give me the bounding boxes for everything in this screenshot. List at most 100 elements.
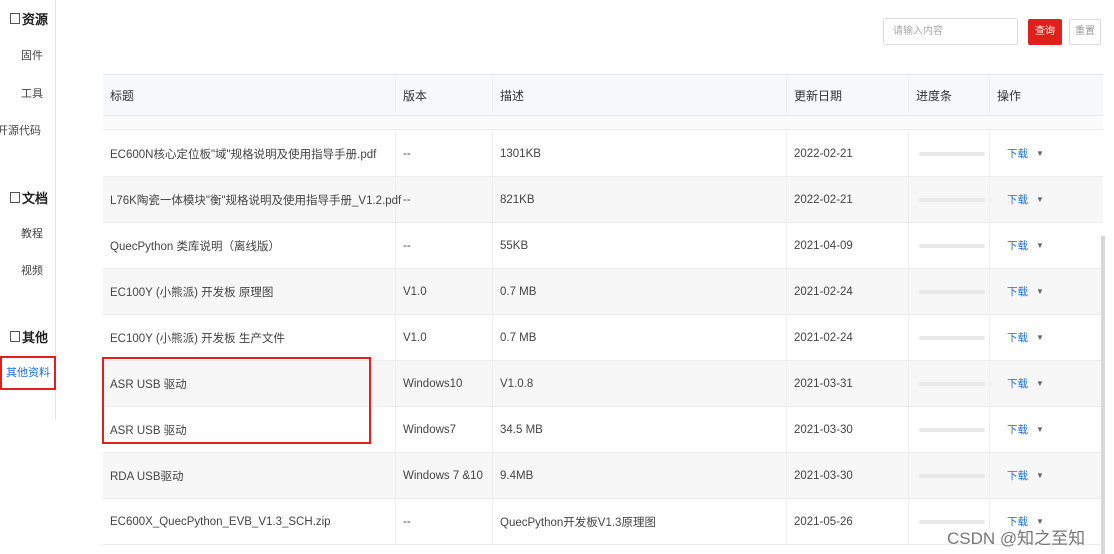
table-row[interactable]: L76K陶瓷一体模块"衡"规格说明及使用指导手册_V1.2.pdf -- 821KB… — [103, 177, 1103, 223]
sidebar-section-label: 其他 — [22, 330, 49, 345]
cell-date: 2021-02-24 — [787, 269, 909, 314]
caret-down-icon[interactable]: ▼ — [1036, 425, 1044, 434]
cell-description: 0.7 MB — [493, 315, 787, 360]
folder-icon — [10, 13, 20, 24]
progress-bar — [919, 335, 985, 340]
sidebar-item-open-source[interactable]: 开源代码 — [0, 122, 41, 138]
cell-actions: 下载 ▼ — [990, 131, 1103, 176]
header-description[interactable]: 描述 — [493, 75, 787, 115]
cell-description: 55KB — [493, 223, 787, 268]
cell-version: Windows7 — [396, 407, 493, 452]
download-link[interactable]: 下载 — [1007, 284, 1028, 299]
sidebar-item-firmware[interactable]: 固件 — [21, 47, 43, 63]
cell-title[interactable]: EC100Y (小熊派) 开发板 生产文件 — [103, 315, 396, 360]
folder-icon — [10, 192, 20, 203]
sidebar-section-resources[interactable]: 资源 — [10, 9, 48, 28]
sidebar-item-tools[interactable]: 工具 — [21, 85, 43, 101]
cell-date: 2021-05-26 — [787, 499, 909, 544]
cell-description: 34.5 MB — [493, 407, 787, 452]
table-row-partial — [103, 116, 1103, 130]
caret-down-icon[interactable]: ▼ — [1036, 149, 1044, 158]
cell-title[interactable]: EC100Y (小熊派) 开发板 原理图 — [103, 269, 396, 314]
header-progress[interactable]: 进度条 — [909, 75, 990, 115]
cell-date: 2022-02-21 — [787, 131, 909, 176]
cell-description: 9.4MB — [493, 453, 787, 498]
sidebar-section-other[interactable]: 其他 — [10, 327, 48, 346]
sidebar-section-docs[interactable]: 文档 — [10, 188, 48, 207]
download-link[interactable]: 下载 — [1007, 238, 1028, 253]
cell-title[interactable]: RDA USB驱动 — [103, 453, 396, 498]
table-row[interactable]: EC100Y (小熊派) 开发板 原理图 V1.0 0.7 MB 2021-02-24… — [103, 269, 1103, 315]
header-title[interactable]: 标题 — [103, 75, 396, 115]
download-link[interactable]: 下载 — [1007, 468, 1028, 483]
resource-table: 标题 版本 描述 更新日期 进度条 操作 EC600N核心定位板"域"规格说明及… — [103, 74, 1103, 545]
cell-actions: 下载 ▼ — [990, 223, 1103, 268]
cell-date: 2021-04-09 — [787, 223, 909, 268]
sidebar-item-tutorials[interactable]: 教程 — [21, 225, 43, 241]
cell-actions: 下载 ▼ — [990, 453, 1103, 498]
caret-down-icon[interactable]: ▼ — [1036, 471, 1044, 480]
reset-button[interactable]: 重置 — [1069, 19, 1101, 45]
download-link[interactable]: 下载 — [1007, 146, 1028, 161]
cell-progress — [909, 407, 990, 452]
cell-title[interactable]: EC600N核心定位板"域"规格说明及使用指导手册.pdf — [103, 131, 396, 176]
search-input[interactable]: 请输入内容 — [883, 18, 1018, 45]
cell-actions: 下载 ▼ — [990, 407, 1103, 452]
cell-description: 1301KB — [493, 131, 787, 176]
table-row[interactable]: EC100Y (小熊派) 开发板 生产文件 V1.0 0.7 MB 2021-02-2… — [103, 315, 1103, 361]
cell-description: QuecPython开发板V1.3原理图 — [493, 499, 787, 544]
caret-down-icon[interactable]: ▼ — [1036, 195, 1044, 204]
scrollbar[interactable] — [1101, 236, 1105, 554]
cell-actions: 下载 ▼ — [990, 269, 1103, 314]
cell-date: 2021-03-30 — [787, 407, 909, 452]
cell-date: 2021-03-30 — [787, 453, 909, 498]
cell-actions: 下载 ▼ — [990, 315, 1103, 360]
cell-progress — [909, 223, 990, 268]
progress-bar — [919, 381, 985, 386]
cell-version: V1.0 — [396, 269, 493, 314]
header-version[interactable]: 版本 — [396, 75, 493, 115]
cell-description: 821KB — [493, 177, 787, 222]
caret-down-icon[interactable]: ▼ — [1036, 287, 1044, 296]
cell-actions: 下载 ▼ — [990, 361, 1103, 406]
caret-down-icon[interactable]: ▼ — [1036, 241, 1044, 250]
highlight-box — [102, 357, 371, 444]
cell-version: -- — [396, 177, 493, 222]
table-row[interactable]: EC600N核心定位板"域"规格说明及使用指导手册.pdf -- 1301KB 202… — [103, 131, 1103, 177]
query-button[interactable]: 查询 — [1028, 19, 1062, 45]
cell-progress — [909, 131, 990, 176]
header-update-date[interactable]: 更新日期 — [787, 75, 909, 115]
download-link[interactable]: 下载 — [1007, 376, 1028, 391]
download-link[interactable]: 下载 — [1007, 330, 1028, 345]
cell-version: Windows 7 &10 — [396, 453, 493, 498]
caret-down-icon[interactable]: ▼ — [1036, 333, 1044, 342]
progress-bar — [919, 289, 985, 294]
progress-bar — [919, 197, 985, 202]
header-actions[interactable]: 操作 — [990, 75, 1103, 115]
sidebar-item-other-materials[interactable]: 其他资料 — [0, 356, 56, 390]
progress-bar — [919, 243, 985, 248]
cell-title[interactable]: L76K陶瓷一体模块"衡"规格说明及使用指导手册_V1.2.pdf — [103, 177, 401, 222]
cell-title[interactable]: EC600X_QuecPython_EVB_V1.3_SCH.zip — [103, 499, 396, 544]
table-row[interactable]: RDA USB驱动 Windows 7 &10 9.4MB 2021-03-30 下载 ▼ — [103, 453, 1103, 499]
progress-bar — [919, 473, 985, 478]
download-link[interactable]: 下载 — [1007, 422, 1028, 437]
cell-progress — [909, 177, 990, 222]
cell-title[interactable]: QuecPython 类库说明（离线版） — [103, 223, 396, 268]
sidebar-section-label: 资源 — [22, 12, 49, 27]
sidebar-item-videos[interactable]: 视频 — [21, 262, 43, 278]
table-row[interactable]: QuecPython 类库说明（离线版） -- 55KB 2021-04-09 下载 ▼ — [103, 223, 1103, 269]
cell-progress — [909, 315, 990, 360]
download-link[interactable]: 下载 — [1007, 192, 1028, 207]
cell-version: Windows10 — [396, 361, 493, 406]
cell-description: V1.0.8 — [493, 361, 787, 406]
cell-actions: 下载 ▼ — [990, 177, 1103, 222]
sidebar: 资源 固件 工具 开源代码 文档 教程 视频 其他 其他资料 — [0, 0, 56, 420]
caret-down-icon[interactable]: ▼ — [1036, 379, 1044, 388]
progress-bar — [919, 151, 985, 156]
cell-description: 0.7 MB — [493, 269, 787, 314]
cell-progress — [909, 453, 990, 498]
table-header: 标题 版本 描述 更新日期 进度条 操作 — [103, 75, 1103, 116]
cell-progress — [909, 361, 990, 406]
cell-version: -- — [396, 499, 493, 544]
